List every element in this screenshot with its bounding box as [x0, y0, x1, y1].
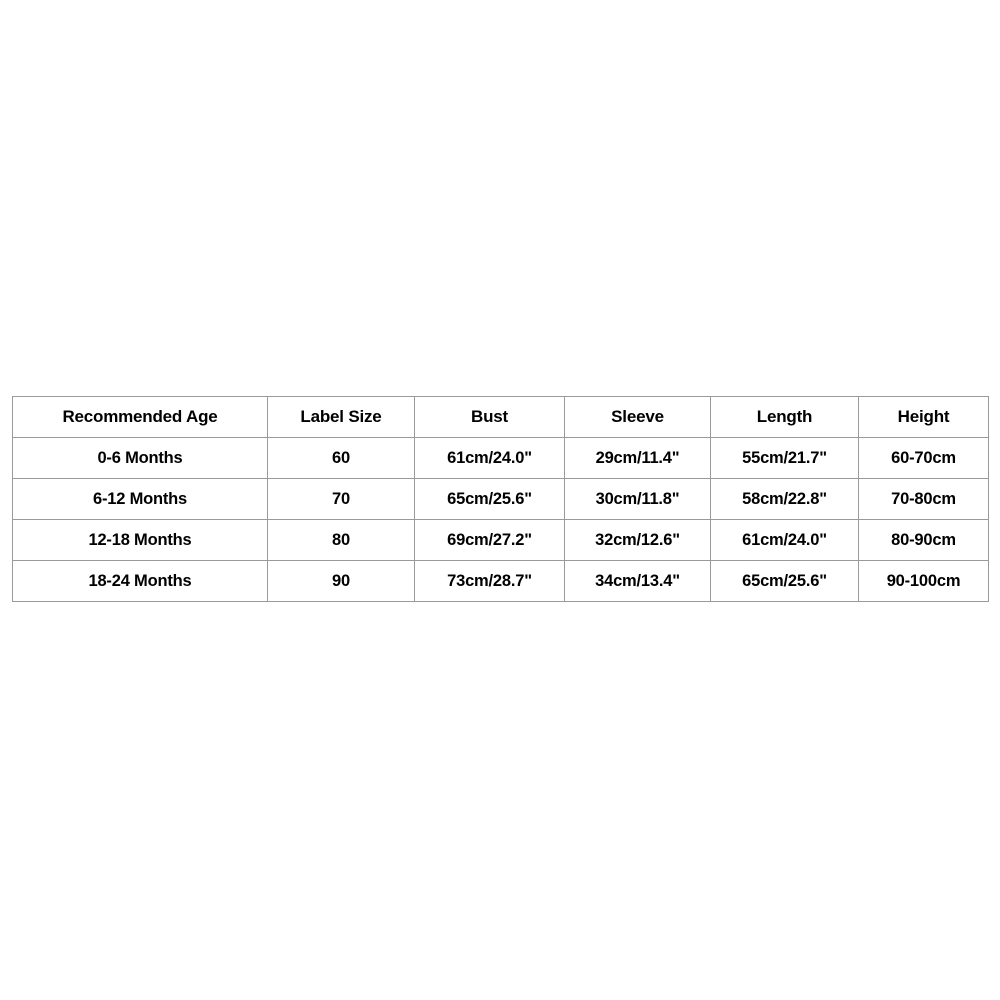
column-header-label-size: Label Size [267, 396, 415, 438]
column-header-bust: Bust [414, 396, 565, 438]
cell-recommended-age: 0-6 Months [12, 437, 268, 479]
cell-bust: 61cm/24.0" [414, 437, 565, 479]
cell-height: 70-80cm [858, 478, 989, 520]
table-row: 18-24 Months 90 73cm/28.7" 34cm/13.4" 65… [12, 560, 989, 602]
cell-sleeve: 32cm/12.6" [564, 519, 711, 561]
cell-recommended-age: 18-24 Months [12, 560, 268, 602]
page-root: Recommended Age Label Size Bust Sleeve L… [0, 0, 1000, 1000]
cell-recommended-age: 12-18 Months [12, 519, 268, 561]
cell-height: 80-90cm [858, 519, 989, 561]
cell-length: 55cm/21.7" [710, 437, 859, 479]
cell-bust: 73cm/28.7" [414, 560, 565, 602]
table-row: 12-18 Months 80 69cm/27.2" 32cm/12.6" 61… [12, 519, 989, 561]
cell-sleeve: 30cm/11.8" [564, 478, 711, 520]
cell-label-size: 90 [267, 560, 415, 602]
table-row: 0-6 Months 60 61cm/24.0" 29cm/11.4" 55cm… [12, 437, 989, 479]
column-header-recommended-age: Recommended Age [12, 396, 268, 438]
cell-length: 65cm/25.6" [710, 560, 859, 602]
cell-sleeve: 29cm/11.4" [564, 437, 711, 479]
column-header-sleeve: Sleeve [564, 396, 711, 438]
size-chart-body: 0-6 Months 60 61cm/24.0" 29cm/11.4" 55cm… [12, 437, 989, 602]
cell-bust: 69cm/27.2" [414, 519, 565, 561]
table-header-row: Recommended Age Label Size Bust Sleeve L… [12, 396, 989, 438]
column-header-height: Height [858, 396, 989, 438]
cell-length: 58cm/22.8" [710, 478, 859, 520]
cell-label-size: 60 [267, 437, 415, 479]
cell-height: 90-100cm [858, 560, 989, 602]
cell-label-size: 80 [267, 519, 415, 561]
cell-sleeve: 34cm/13.4" [564, 560, 711, 602]
size-chart-container: Recommended Age Label Size Bust Sleeve L… [12, 396, 989, 602]
cell-length: 61cm/24.0" [710, 519, 859, 561]
cell-recommended-age: 6-12 Months [12, 478, 268, 520]
size-chart-header: Recommended Age Label Size Bust Sleeve L… [12, 396, 989, 438]
cell-bust: 65cm/25.6" [414, 478, 565, 520]
column-header-length: Length [710, 396, 859, 438]
cell-height: 60-70cm [858, 437, 989, 479]
cell-label-size: 70 [267, 478, 415, 520]
table-row: 6-12 Months 70 65cm/25.6" 30cm/11.8" 58c… [12, 478, 989, 520]
size-chart-table: Recommended Age Label Size Bust Sleeve L… [12, 396, 989, 602]
